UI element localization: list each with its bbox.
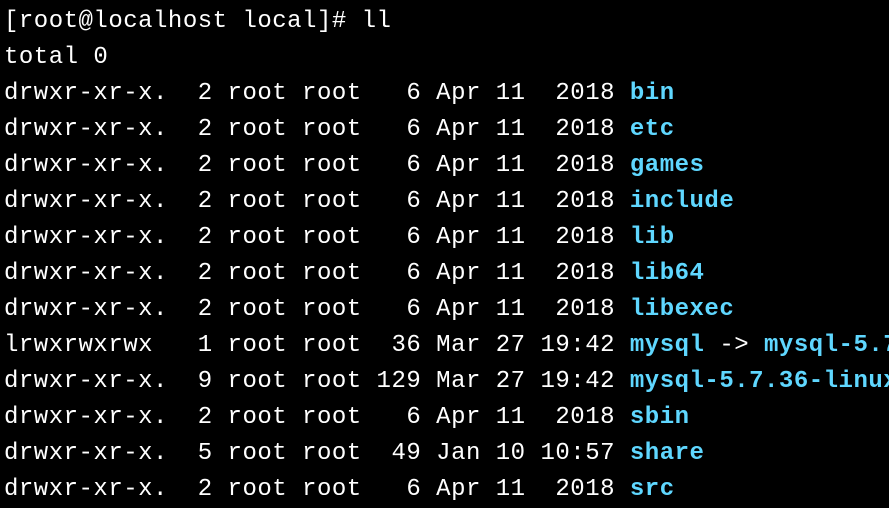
- command-text: ll: [362, 8, 392, 35]
- file-entry: drwxr-xr-x. 2 root root 6 Apr 11 2018 li…: [4, 292, 885, 328]
- file-entry: drwxr-xr-x. 2 root root 6 Apr 11 2018 sr…: [4, 472, 885, 508]
- symlink-arrow: ->: [704, 332, 764, 359]
- prompt-line[interactable]: [root@localhost local]# ll: [4, 4, 885, 40]
- file-name: mysql: [630, 332, 705, 359]
- file-meta: drwxr-xr-x. 2 root root 6 Apr 11 2018: [4, 296, 630, 323]
- file-meta: lrwxrwxrwx 1 root root 36 Mar 27 19:42: [4, 332, 630, 359]
- file-name: share: [630, 440, 705, 467]
- file-meta: drwxr-xr-x. 2 root root 6 Apr 11 2018: [4, 116, 630, 143]
- file-name: lib: [630, 224, 675, 251]
- shell-prompt: [root@localhost local]#: [4, 8, 362, 35]
- file-entry: drwxr-xr-x. 2 root root 6 Apr 11 2018 in…: [4, 184, 885, 220]
- file-name: games: [630, 152, 705, 179]
- file-listing: drwxr-xr-x. 2 root root 6 Apr 11 2018 bi…: [4, 76, 885, 508]
- total-line: total 0: [4, 40, 885, 76]
- file-meta: drwxr-xr-x. 2 root root 6 Apr 11 2018: [4, 152, 630, 179]
- file-entry: drwxr-xr-x. 9 root root 129 Mar 27 19:42…: [4, 364, 885, 400]
- file-entry: drwxr-xr-x. 2 root root 6 Apr 11 2018 et…: [4, 112, 885, 148]
- file-meta: drwxr-xr-x. 2 root root 6 Apr 11 2018: [4, 224, 630, 251]
- file-name: libexec: [630, 296, 734, 323]
- file-name: src: [630, 476, 675, 503]
- file-entry: drwxr-xr-x. 2 root root 6 Apr 11 2018 bi…: [4, 76, 885, 112]
- file-entry: drwxr-xr-x. 2 root root 6 Apr 11 2018 li…: [4, 220, 885, 256]
- file-name: lib64: [630, 260, 705, 287]
- file-meta: drwxr-xr-x. 9 root root 129 Mar 27 19:42: [4, 368, 630, 395]
- file-entry: lrwxrwxrwx 1 root root 36 Mar 27 19:42 m…: [4, 328, 885, 364]
- file-name: mysql-5.7.36-linux-glibc2.12-x86_64: [630, 368, 889, 395]
- file-meta: drwxr-xr-x. 2 root root 6 Apr 11 2018: [4, 80, 630, 107]
- file-meta: drwxr-xr-x. 2 root root 6 Apr 11 2018: [4, 404, 630, 431]
- file-name: include: [630, 188, 734, 215]
- file-entry: drwxr-xr-x. 2 root root 6 Apr 11 2018 ga…: [4, 148, 885, 184]
- file-entry: drwxr-xr-x. 2 root root 6 Apr 11 2018 li…: [4, 256, 885, 292]
- file-name: etc: [630, 116, 675, 143]
- file-meta: drwxr-xr-x. 2 root root 6 Apr 11 2018: [4, 260, 630, 287]
- file-entry: drwxr-xr-x. 5 root root 49 Jan 10 10:57 …: [4, 436, 885, 472]
- file-meta: drwxr-xr-x. 2 root root 6 Apr 11 2018: [4, 476, 630, 503]
- file-name: sbin: [630, 404, 690, 431]
- file-name: bin: [630, 80, 675, 107]
- file-meta: drwxr-xr-x. 2 root root 6 Apr 11 2018: [4, 188, 630, 215]
- file-entry: drwxr-xr-x. 2 root root 6 Apr 11 2018 sb…: [4, 400, 885, 436]
- file-meta: drwxr-xr-x. 5 root root 49 Jan 10 10:57: [4, 440, 630, 467]
- symlink-target: mysql-5.7.36-linux-glibc2.12-x86_64/: [764, 332, 889, 359]
